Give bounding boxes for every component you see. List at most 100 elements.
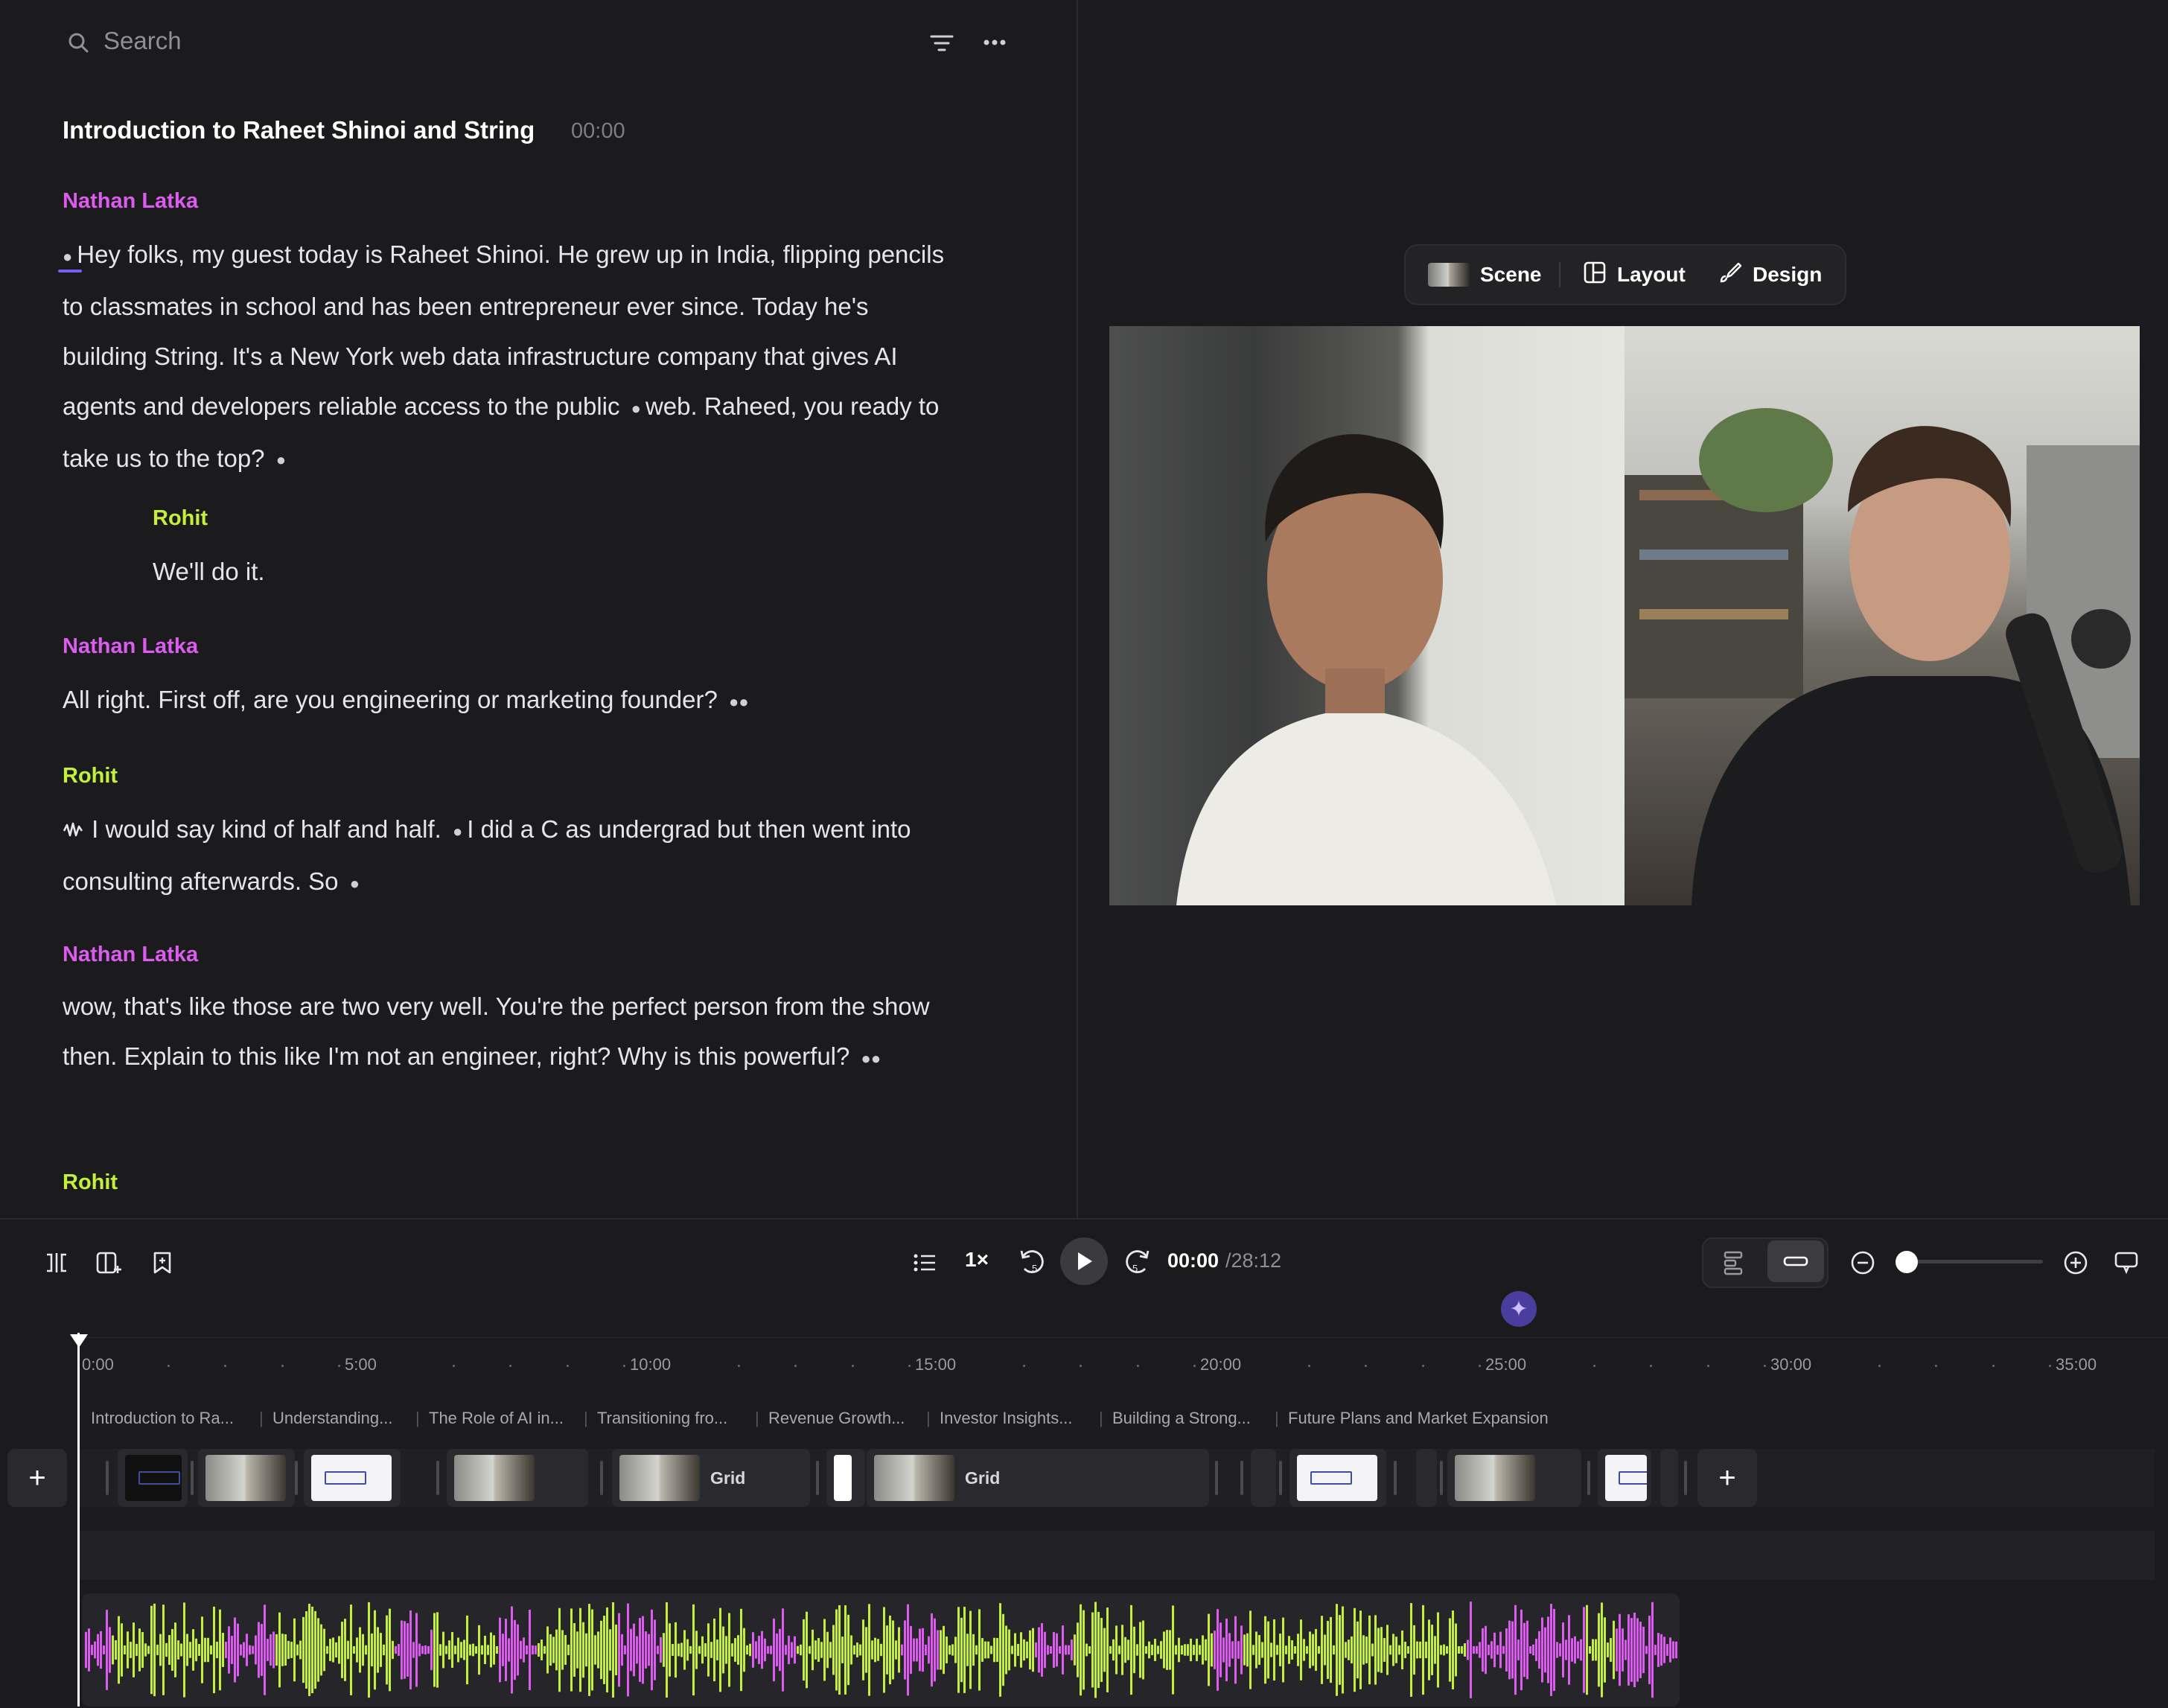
clip-divider[interactable] xyxy=(1279,1461,1282,1495)
waveform-bar xyxy=(746,1645,748,1655)
scene-clip[interactable] xyxy=(118,1449,188,1507)
scene-clip[interactable] xyxy=(1251,1449,1276,1507)
zoom-slider[interactable] xyxy=(1897,1260,2043,1264)
scene-clip[interactable] xyxy=(1447,1449,1581,1507)
waveform-bar xyxy=(1222,1637,1225,1663)
layout-button[interactable]: Layout xyxy=(1583,246,1686,304)
clip-divider[interactable] xyxy=(816,1461,819,1495)
pane-divider[interactable] xyxy=(1077,0,1078,1218)
speaker-label[interactable]: Rohit xyxy=(153,506,208,531)
chapter-marker[interactable]: Investor Insights... xyxy=(940,1409,1073,1428)
search-input[interactable]: Search xyxy=(103,27,182,55)
clip-divider[interactable] xyxy=(1587,1461,1590,1495)
chapter-marker[interactable]: Building a Strong... xyxy=(1112,1409,1251,1428)
playback-rate-button[interactable]: 1× xyxy=(965,1248,989,1272)
forward-5-icon[interactable]: 5 xyxy=(1121,1245,1154,1278)
bookmark-add-icon[interactable] xyxy=(147,1248,177,1278)
clip-divider[interactable] xyxy=(1684,1461,1687,1495)
transcript-text[interactable]: We'll do it. xyxy=(153,558,265,585)
transcript-text[interactable]: I would say kind of half and half. xyxy=(92,815,441,843)
clip-divider[interactable] xyxy=(106,1461,109,1495)
scene-clip[interactable] xyxy=(198,1449,295,1507)
scene-button[interactable]: Scene xyxy=(1428,246,1542,304)
filter-icon[interactable] xyxy=(929,33,954,54)
add-layout-icon[interactable] xyxy=(94,1248,124,1278)
clip-divider[interactable] xyxy=(436,1461,439,1495)
rewind-5-icon[interactable]: 5 xyxy=(1016,1245,1048,1278)
chapter-marker[interactable]: Revenue Growth... xyxy=(768,1409,905,1428)
ai-sparkle-icon[interactable]: ✦ xyxy=(1501,1291,1537,1327)
scene-clip[interactable] xyxy=(1289,1449,1386,1507)
waveform-bar xyxy=(1047,1645,1049,1655)
transcript-paragraph[interactable]: wow, that's like those are two very well… xyxy=(63,981,956,1083)
add-scene-start-button[interactable]: + xyxy=(7,1449,67,1507)
chapter-marker[interactable]: Understanding... xyxy=(272,1409,392,1428)
chapter-timestamp[interactable]: 00:00 xyxy=(571,119,625,144)
waveform-bar xyxy=(1657,1633,1660,1667)
transcript-paragraph[interactable]: We'll do it. xyxy=(153,547,1046,596)
clip-divider[interactable] xyxy=(295,1461,298,1495)
waveform-bar xyxy=(1401,1630,1403,1670)
scene-clip[interactable] xyxy=(1416,1449,1437,1507)
clip-divider[interactable] xyxy=(1215,1461,1218,1495)
waveform-bar xyxy=(773,1618,775,1682)
overlay-track[interactable] xyxy=(77,1531,2155,1580)
waveform-bar xyxy=(1377,1628,1380,1672)
playhead-handle[interactable] xyxy=(70,1334,88,1348)
search-icon xyxy=(67,31,89,54)
ruler-tick-label: 5:00 xyxy=(345,1355,377,1374)
waveform-bar xyxy=(124,1645,126,1654)
transcript-text[interactable]: All right. First off, are you engineerin… xyxy=(63,686,718,713)
scene-clip-grid[interactable]: Grid xyxy=(612,1449,810,1507)
chapter-marker[interactable]: The Role of AI in... xyxy=(429,1409,564,1428)
clip-divider[interactable] xyxy=(191,1461,194,1495)
scene-clip-grid[interactable]: Grid xyxy=(867,1449,1209,1507)
clip-divider[interactable] xyxy=(1440,1461,1443,1495)
transcript-paragraph[interactable]: ● Hey folks, my guest today is Raheet Shi… xyxy=(63,229,956,485)
chapter-marker[interactable]: Introduction to Ra... xyxy=(91,1409,234,1428)
design-button[interactable]: Design xyxy=(1718,246,1822,304)
chapters-list-icon[interactable] xyxy=(910,1248,940,1278)
waveform-bar xyxy=(454,1645,456,1654)
waveform-bar xyxy=(812,1629,814,1671)
split-icon[interactable] xyxy=(42,1248,71,1278)
playhead[interactable] xyxy=(77,1333,80,1707)
clip-divider[interactable] xyxy=(600,1461,603,1495)
waveform-bar xyxy=(201,1616,203,1683)
zoom-in-icon[interactable] xyxy=(2061,1248,2091,1278)
zoom-out-icon[interactable] xyxy=(1848,1248,1878,1278)
waveform-bar xyxy=(1389,1645,1391,1655)
waveform-bar xyxy=(826,1631,829,1669)
waveform-bar xyxy=(969,1610,972,1689)
scene-clip[interactable] xyxy=(826,1449,865,1507)
speaker-label[interactable]: Nathan Latka xyxy=(63,634,198,659)
speaker-label[interactable]: Nathan Latka xyxy=(63,943,198,967)
add-scene-end-button[interactable]: + xyxy=(1697,1449,1757,1507)
waveform-bar xyxy=(109,1627,111,1673)
transcript-paragraph[interactable]: I would say kind of half and half. ● I di… xyxy=(63,804,956,908)
waveform-bar xyxy=(526,1645,528,1654)
chapter-marker[interactable]: Future Plans and Market Expansion xyxy=(1288,1409,1549,1428)
play-button[interactable] xyxy=(1060,1237,1108,1285)
waveform-bar xyxy=(478,1625,480,1675)
more-options-icon[interactable] xyxy=(983,39,1007,46)
audio-waveform-track[interactable] xyxy=(82,1593,1680,1707)
ruler-tick-label: 0:00 xyxy=(82,1355,114,1374)
caption-icon[interactable] xyxy=(2111,1248,2141,1278)
waveform-view-icon[interactable] xyxy=(1718,1248,1748,1278)
zoom-slider-handle[interactable] xyxy=(1896,1251,1918,1273)
speaker-label[interactable]: Rohit xyxy=(63,764,118,788)
waveform-bar xyxy=(1544,1627,1546,1673)
transcript-paragraph[interactable]: All right. First off, are you engineerin… xyxy=(63,675,956,727)
scene-clip[interactable] xyxy=(447,1449,588,1507)
clip-divider[interactable] xyxy=(1394,1461,1397,1495)
speaker-label[interactable]: Nathan Latka xyxy=(63,189,198,214)
video-preview[interactable] xyxy=(1109,326,2140,905)
speaker-label[interactable]: Rohit xyxy=(63,1170,118,1195)
scene-clip[interactable] xyxy=(1598,1449,1651,1507)
scene-clip[interactable] xyxy=(1660,1449,1678,1507)
clip-divider[interactable] xyxy=(1240,1461,1243,1495)
chapter-marker[interactable]: Transitioning fro... xyxy=(597,1409,727,1428)
scene-clip[interactable] xyxy=(304,1449,401,1507)
transcript-text[interactable]: wow, that's like those are two very well… xyxy=(63,992,930,1070)
